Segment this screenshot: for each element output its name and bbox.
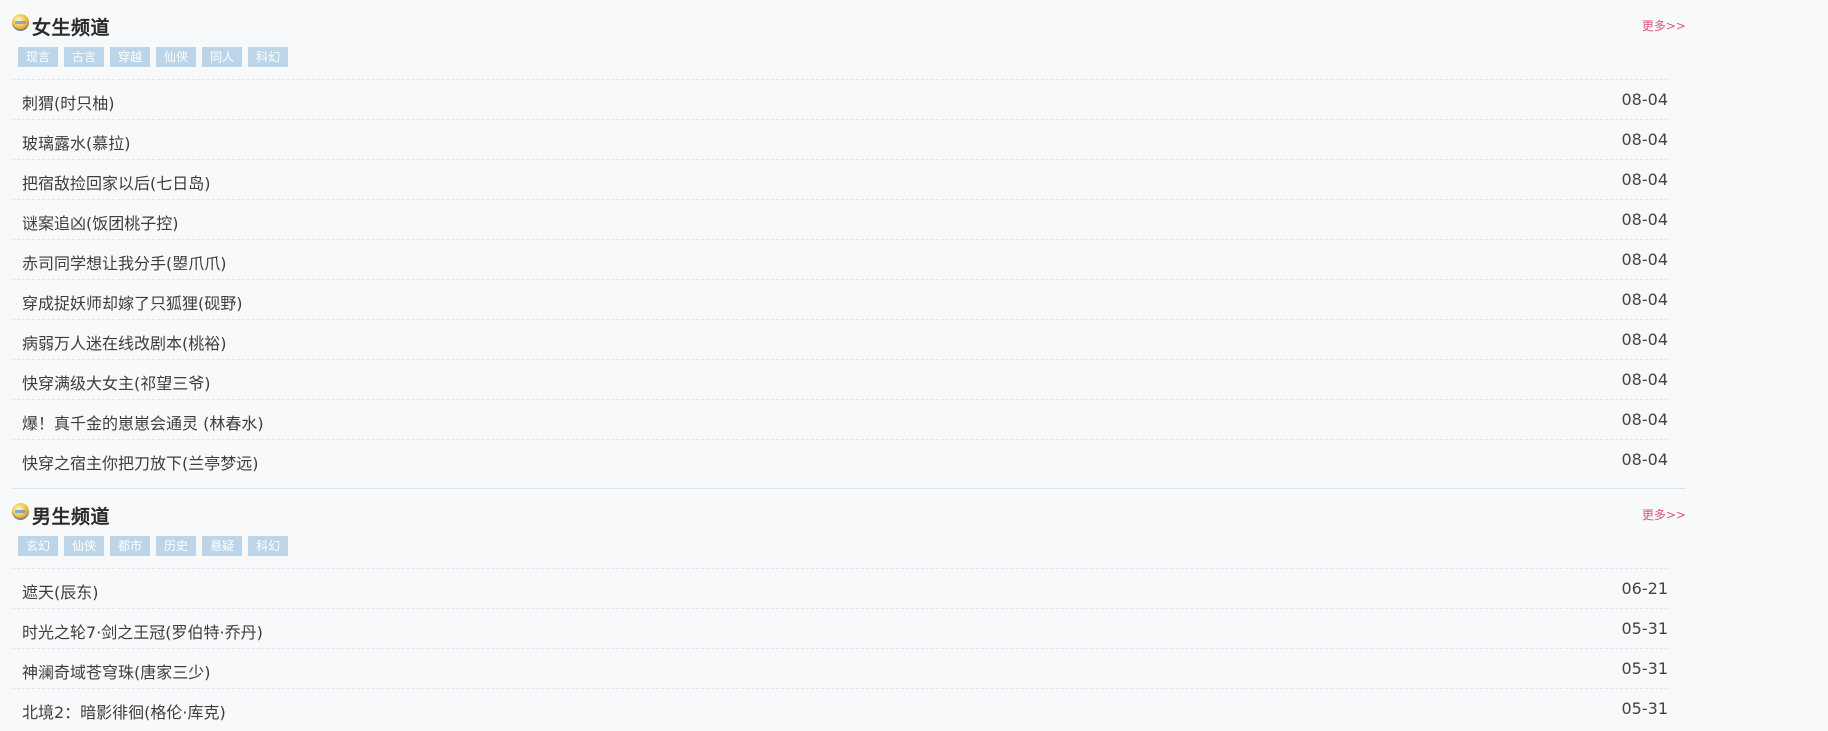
tag[interactable]: 古言: [64, 47, 105, 67]
book-title-link[interactable]: 把宿敌捡回家以后(七日岛): [22, 170, 211, 194]
tag[interactable]: 同人: [202, 47, 243, 67]
tag[interactable]: 悬疑: [202, 536, 243, 556]
book-title-link[interactable]: 谜案追凶(饭团桃子控): [22, 210, 179, 234]
tag[interactable]: 历史: [156, 536, 197, 556]
tag[interactable]: 科幻: [248, 536, 289, 556]
tag[interactable]: 科幻: [248, 47, 289, 67]
list-item: 爆！真千金的崽崽会通灵 (林春水) 08-04: [12, 399, 1668, 439]
tag-list: 玄幻 仙侠 都市 历史 悬疑 科幻: [12, 536, 1686, 568]
list-item: 玻璃露水(慕拉) 08-04: [12, 119, 1668, 159]
book-title-link[interactable]: 赤司同学想让我分手(曌爪爪): [22, 250, 227, 274]
update-date: 08-04: [1621, 90, 1669, 109]
section-header: 女生频道 更多>>: [12, 0, 1686, 47]
update-date: 05-31: [1621, 699, 1669, 718]
more-link[interactable]: 更多>>: [1642, 506, 1686, 523]
book-title-link[interactable]: 玻璃露水(慕拉): [22, 130, 131, 154]
book-title-link[interactable]: 病弱万人迷在线改剧本(桃裕): [22, 330, 227, 354]
book-title-link[interactable]: 北境2：暗影徘徊(格伦·库克): [22, 699, 226, 723]
tag[interactable]: 仙侠: [64, 536, 105, 556]
book-list: 遮天(辰东) 06-21 时光之轮7·剑之王冠(罗伯特·乔丹) 05-31 神澜…: [12, 568, 1668, 728]
update-date: 05-31: [1621, 619, 1669, 638]
tag[interactable]: 现言: [18, 47, 59, 67]
book-title-link[interactable]: 穿成捉妖师却嫁了只狐狸(砚野): [22, 290, 243, 314]
update-date: 08-04: [1621, 290, 1669, 309]
female-channel-section: 女生频道 更多>> 现言 古言 穿越 仙侠 同人 科幻 刺猬(时只柚) 08-0…: [12, 0, 1686, 488]
book-title-link[interactable]: 快穿之宿主你把刀放下(兰亭梦远): [22, 450, 259, 474]
update-date: 08-04: [1621, 250, 1669, 269]
tag[interactable]: 仙侠: [156, 47, 197, 67]
book-title-link[interactable]: 快穿满级大女主(祁望三爷): [22, 370, 211, 394]
list-item: 刺猬(时只柚) 08-04: [12, 79, 1668, 119]
tag[interactable]: 都市: [110, 536, 151, 556]
update-date: 08-04: [1621, 410, 1669, 429]
list-item: 快穿之宿主你把刀放下(兰亭梦远) 08-04: [12, 439, 1668, 479]
update-date: 08-04: [1621, 450, 1669, 469]
list-item: 病弱万人迷在线改剧本(桃裕) 08-04: [12, 319, 1668, 359]
list-item: 谜案追凶(饭团桃子控) 08-04: [12, 199, 1668, 239]
list-item: 穿成捉妖师却嫁了只狐狸(砚野) 08-04: [12, 279, 1668, 319]
update-date: 08-04: [1621, 130, 1669, 149]
book-title-link[interactable]: 遮天(辰东): [22, 579, 99, 603]
tag-list: 现言 古言 穿越 仙侠 同人 科幻: [12, 47, 1686, 79]
book-title-link[interactable]: 刺猬(时只柚): [22, 90, 115, 114]
list-item: 北境2：暗影徘徊(格伦·库克) 05-31: [12, 688, 1668, 728]
book-title-link[interactable]: 神澜奇域苍穹珠(唐家三少): [22, 659, 211, 683]
book-icon: [12, 14, 29, 31]
list-item: 时光之轮7·剑之王冠(罗伯特·乔丹) 05-31: [12, 608, 1668, 648]
more-link[interactable]: 更多>>: [1642, 17, 1686, 34]
male-channel-section: 男生频道 更多>> 玄幻 仙侠 都市 历史 悬疑 科幻 遮天(辰东) 06-21…: [12, 488, 1686, 728]
list-item: 把宿敌捡回家以后(七日岛) 08-04: [12, 159, 1668, 199]
book-list: 刺猬(时只柚) 08-04 玻璃露水(慕拉) 08-04 把宿敌捡回家以后(七日…: [12, 79, 1668, 479]
tag[interactable]: 穿越: [110, 47, 151, 67]
update-date: 08-04: [1621, 170, 1669, 189]
list-item: 遮天(辰东) 06-21: [12, 568, 1668, 608]
section-title: 女生频道: [32, 17, 111, 39]
update-date: 08-04: [1621, 330, 1669, 349]
book-title-link[interactable]: 时光之轮7·剑之王冠(罗伯特·乔丹): [22, 619, 263, 643]
list-item: 快穿满级大女主(祁望三爷) 08-04: [12, 359, 1668, 399]
section-header: 男生频道 更多>>: [12, 489, 1686, 536]
update-date: 05-31: [1621, 659, 1669, 678]
book-icon: [12, 503, 29, 520]
update-date: 08-04: [1621, 210, 1669, 229]
section-title: 男生频道: [32, 506, 111, 528]
channel-list: 女生频道 更多>> 现言 古言 穿越 仙侠 同人 科幻 刺猬(时只柚) 08-0…: [12, 0, 1686, 728]
book-title-link[interactable]: 爆！真千金的崽崽会通灵 (林春水): [22, 410, 264, 434]
tag[interactable]: 玄幻: [18, 536, 59, 556]
update-date: 08-04: [1621, 370, 1669, 389]
update-date: 06-21: [1621, 579, 1669, 598]
list-item: 赤司同学想让我分手(曌爪爪) 08-04: [12, 239, 1668, 279]
list-item: 神澜奇域苍穹珠(唐家三少) 05-31: [12, 648, 1668, 688]
